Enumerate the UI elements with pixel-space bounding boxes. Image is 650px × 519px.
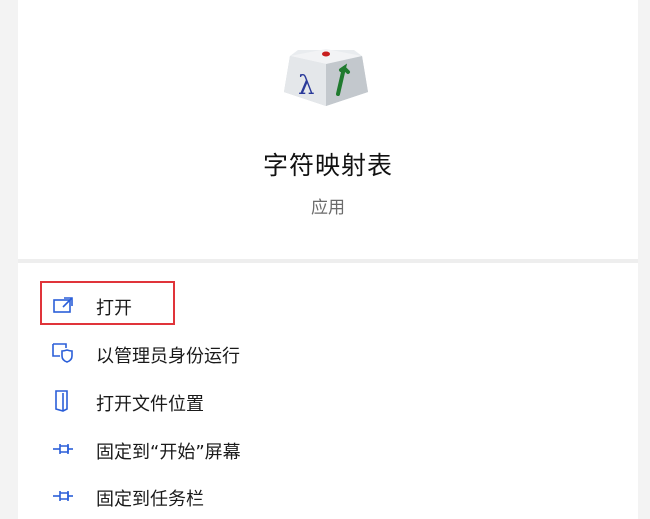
open-label: 打开	[96, 298, 132, 319]
pin-to-taskbar-label: 固定到任务栏	[96, 489, 204, 510]
file-location-icon	[50, 388, 76, 414]
pin-start-icon	[50, 436, 76, 462]
app-type-label: 应用	[311, 198, 345, 218]
character-map-icon: λ	[276, 40, 376, 112]
app-title: 字符映射表	[262, 151, 393, 180]
shield-run-as-admin-icon	[50, 340, 76, 366]
open-action[interactable]: 打开	[18, 284, 638, 324]
svg-text:λ: λ	[298, 71, 314, 101]
open-file-location-action[interactable]: 打开文件位置	[18, 380, 638, 420]
open-file-location-label: 打开文件位置	[96, 394, 204, 415]
pin-to-taskbar-action[interactable]: 固定到任务栏	[18, 475, 638, 515]
open-icon	[50, 292, 76, 318]
pin-taskbar-icon	[50, 483, 76, 509]
divider	[18, 259, 638, 263]
app-details-panel: λ 字符映射表 应用 打开 以管理员身份运行 打开文件位置 固定到“开始”屏幕 …	[18, 0, 638, 519]
pin-to-start-label: 固定到“开始”屏幕	[96, 442, 241, 463]
run-as-admin-action[interactable]: 以管理员身份运行	[18, 332, 638, 372]
app-header: λ 字符映射表 应用	[18, 0, 638, 259]
run-as-admin-label: 以管理员身份运行	[96, 346, 240, 367]
pin-to-start-action[interactable]: 固定到“开始”屏幕	[18, 428, 638, 468]
